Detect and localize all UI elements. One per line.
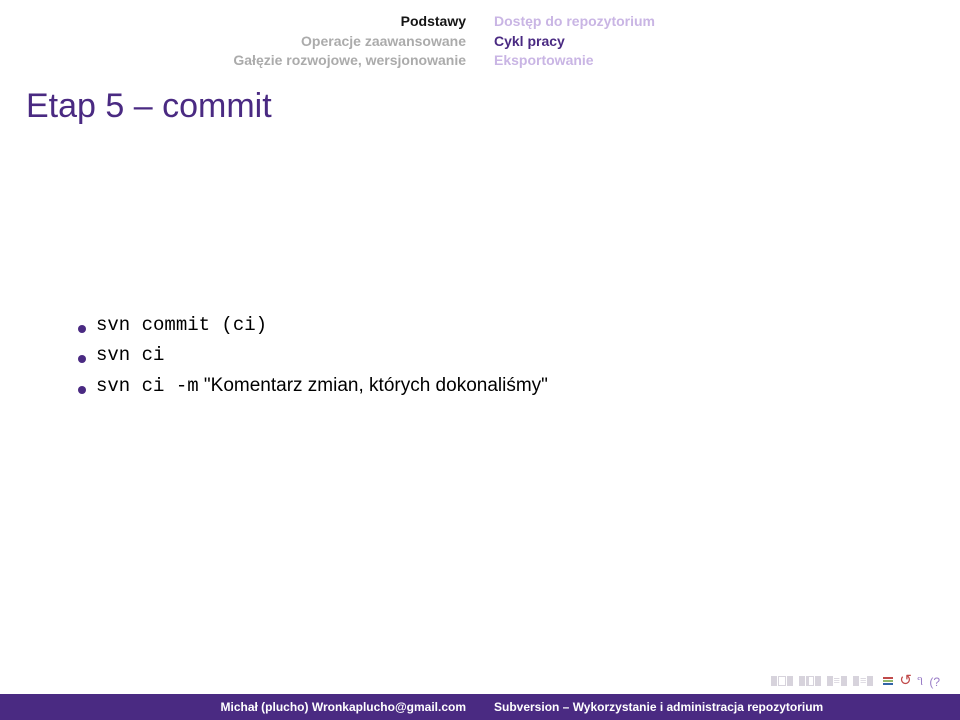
list-item: svn ci -m "Komentarz zmian, których doko…	[78, 371, 548, 401]
slide-title: Etap 5 – commit	[0, 79, 960, 126]
nav-next-icon	[841, 676, 847, 686]
nav-sections: Podstawy Operacje zaawansowane Gałęzie r…	[0, 12, 480, 71]
nav-group-doc[interactable]: ≡	[853, 676, 873, 686]
footer-bar: Michał (plucho) Wronkaplucho@gmail.com S…	[0, 694, 960, 720]
list-item: svn ci	[78, 340, 548, 370]
list-item: svn commit (ci)	[78, 310, 548, 340]
nav-subsection-item[interactable]: Eksportowanie	[494, 51, 594, 71]
nav-search-icon[interactable]: ૧	[917, 673, 923, 689]
nav-prev-icon	[771, 676, 777, 686]
nav-group-frame[interactable]	[771, 676, 793, 686]
nav-prev-icon	[827, 676, 833, 686]
nav-section-item[interactable]: Operacje zaawansowane	[301, 32, 466, 52]
beamer-nav-controls: ≡ ≡ ↺ ૧ (?	[771, 672, 940, 690]
nav-help-icon[interactable]: (?	[929, 675, 940, 689]
nav-next-icon	[867, 676, 873, 686]
code-text: svn ci -m	[96, 375, 199, 397]
nav-color-bars-icon	[883, 677, 893, 685]
slide-content: svn commit (ci) svn ci svn ci -m "Koment…	[78, 310, 548, 401]
nav-lines-icon: ≡	[834, 678, 840, 685]
nav-group-section[interactable]: ≡	[827, 676, 847, 686]
nav-section-item[interactable]: Gałęzie rozwojowe, wersjonowanie	[233, 51, 466, 71]
code-text: svn ci	[96, 344, 164, 366]
nav-subsection-item[interactable]: Cykl pracy	[494, 32, 565, 52]
bullet-icon	[78, 325, 86, 333]
nav-subsection-item[interactable]: Dostęp do repozytorium	[494, 12, 655, 32]
footer-author: Michał (plucho) Wronkaplucho@gmail.com	[0, 700, 480, 714]
nav-section-item[interactable]: Podstawy	[401, 12, 466, 32]
nav-prev-icon	[799, 676, 805, 686]
nav-next-icon	[787, 676, 793, 686]
code-text: svn commit (ci)	[96, 314, 267, 336]
nav-group-subsection[interactable]	[799, 676, 821, 686]
nav-next-icon	[815, 676, 821, 686]
nav-prev-icon	[853, 676, 859, 686]
footer-title: Subversion – Wykorzystanie i administrac…	[480, 700, 960, 714]
nav-subsections: Dostęp do repozytorium Cykl pracy Ekspor…	[480, 12, 960, 71]
nav-lines-icon: ≡	[860, 678, 866, 685]
item-text: "Komentarz zmian, których dokonaliśmy"	[199, 375, 548, 396]
nav-loop-icon[interactable]: ↺	[899, 671, 911, 689]
bullet-icon	[78, 386, 86, 394]
top-navigation: Podstawy Operacje zaawansowane Gałęzie r…	[0, 0, 960, 79]
bullet-icon	[78, 355, 86, 363]
nav-box-icon	[778, 676, 786, 686]
nav-box-icon	[806, 676, 814, 686]
